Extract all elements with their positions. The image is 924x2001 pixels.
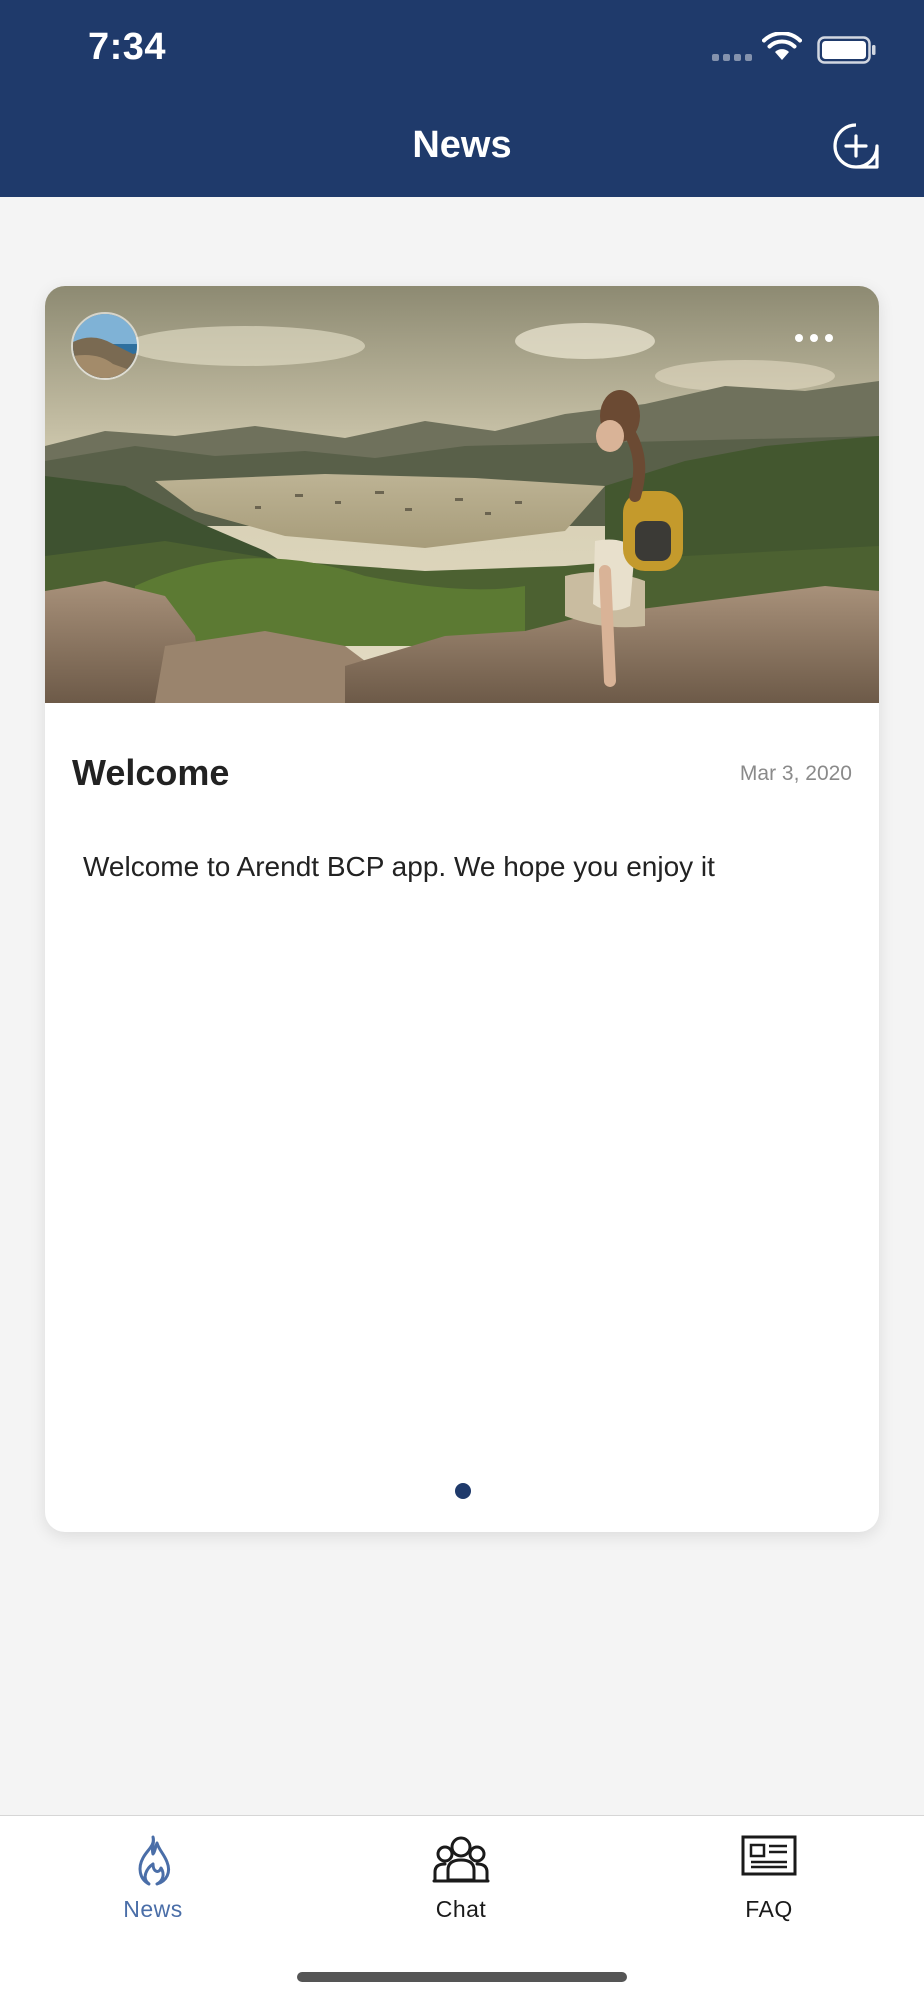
add-chat-icon[interactable] xyxy=(832,122,880,170)
tab-chat[interactable]: Chat xyxy=(381,1816,541,1946)
newspaper-icon xyxy=(741,1835,797,1876)
author-avatar[interactable] xyxy=(71,312,139,380)
home-indicator[interactable] xyxy=(297,1972,627,1982)
cellular-signal-icon xyxy=(712,54,752,61)
status-time: 7:34 xyxy=(88,26,167,68)
tab-news[interactable]: News xyxy=(73,1816,233,1946)
flame-icon xyxy=(138,1835,171,1886)
battery-icon xyxy=(817,36,876,64)
tab-faq-label: FAQ xyxy=(745,1896,793,1922)
tab-chat-label: Chat xyxy=(435,1896,487,1922)
wifi-icon xyxy=(762,32,802,60)
news-hero-image xyxy=(45,286,879,703)
tab-faq[interactable]: FAQ xyxy=(689,1816,849,1946)
news-card[interactable]: Welcome Mar 3, 2020 Welcome to Arendt BC… xyxy=(45,286,879,1532)
tab-news-label: News xyxy=(123,1896,183,1922)
news-body: Welcome to Arendt BCP app. We hope you e… xyxy=(83,851,715,882)
news-title: Welcome xyxy=(72,752,230,793)
page-title: News xyxy=(412,124,512,166)
more-horizontal-icon xyxy=(795,334,803,342)
more-options-button[interactable] xyxy=(789,326,839,350)
app-header: 7:34 News xyxy=(0,0,924,197)
group-icon xyxy=(432,1836,490,1883)
page-indicator-dot[interactable] xyxy=(455,1483,471,1499)
news-date: Mar 3, 2020 xyxy=(739,762,852,785)
